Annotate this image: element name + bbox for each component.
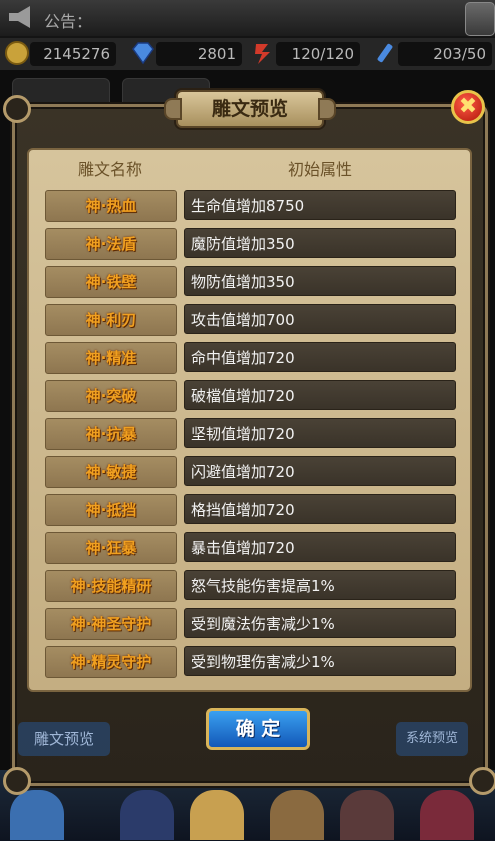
glyph-name: 神·抗暴 bbox=[45, 418, 177, 450]
gold-coin-icon bbox=[5, 41, 29, 65]
column-header-attr: 初始属性 bbox=[287, 160, 352, 179]
table-row: 神·热血 生命值增加8750 bbox=[29, 190, 470, 222]
glyph-attr: 闪避值增加720 bbox=[184, 456, 456, 486]
background-system-preview-button: 系统预览 bbox=[396, 722, 468, 756]
glyph-name: 神·精准 bbox=[45, 342, 177, 374]
glyph-attr: 命中值增加720 bbox=[184, 342, 456, 372]
glyph-name: 神·法盾 bbox=[45, 228, 177, 260]
top-menu-button[interactable] bbox=[465, 2, 495, 36]
dialog-title-plate: 雕文预览 bbox=[164, 90, 336, 128]
hero-portrait bbox=[420, 790, 474, 840]
frame-corner bbox=[3, 95, 31, 123]
table-row: 神·精准 命中值增加720 bbox=[29, 342, 470, 374]
stamina-icon bbox=[255, 44, 270, 64]
energy-value: 203/50 bbox=[398, 42, 492, 66]
resource-bar: 2145276 2801 120/120 203/50 bbox=[0, 38, 495, 70]
glyph-attr: 怒气技能伤害提高1% bbox=[184, 570, 456, 600]
glyph-attr: 生命值增加8750 bbox=[184, 190, 456, 220]
background-glyph-preview-button: 雕文预览 bbox=[18, 722, 110, 756]
hero-portrait bbox=[270, 790, 324, 840]
column-header-name: 雕文名称 bbox=[77, 160, 142, 179]
glyph-attr: 受到物理伤害减少1% bbox=[184, 646, 456, 676]
frame-corner bbox=[3, 767, 31, 795]
table-row: 神·神圣守护 受到魔法伤害减少1% bbox=[29, 608, 470, 640]
glyph-attr: 格挡值增加720 bbox=[184, 494, 456, 524]
glyph-table: 雕文名称 初始属性 神·热血 生命值增加8750 神·法盾 魔防值增加350 神… bbox=[27, 148, 472, 692]
diamond-value: 2801 bbox=[156, 42, 242, 66]
glyph-attr: 魔防值增加350 bbox=[184, 228, 456, 258]
table-row: 神·精灵守护 受到物理伤害减少1% bbox=[29, 646, 470, 678]
table-row: 神·抗暴 坚韧值增加720 bbox=[29, 418, 470, 450]
table-row: 神·铁壁 物防值增加350 bbox=[29, 266, 470, 298]
megaphone-icon bbox=[9, 6, 30, 28]
glyph-name: 神·突破 bbox=[45, 380, 177, 412]
hero-portrait bbox=[340, 790, 394, 840]
diamond-icon bbox=[132, 42, 154, 65]
glyph-attr: 攻击值增加700 bbox=[184, 304, 456, 334]
glyph-name: 神·铁壁 bbox=[45, 266, 177, 298]
confirm-button[interactable]: 确 定 bbox=[206, 708, 310, 750]
glyph-name: 神·利刃 bbox=[45, 304, 177, 336]
close-button[interactable]: ✖ bbox=[451, 90, 485, 124]
table-row: 神·狂暴 暴击值增加720 bbox=[29, 532, 470, 564]
table-row: 神·敏捷 闪避值增加720 bbox=[29, 456, 470, 488]
glyph-name: 神·精灵守护 bbox=[45, 646, 177, 678]
glyph-attr: 破檔值增加720 bbox=[184, 380, 456, 410]
frame-corner bbox=[469, 767, 495, 795]
glyph-name: 神·抵挡 bbox=[45, 494, 177, 526]
hero-portrait bbox=[10, 790, 64, 840]
glyph-attr: 受到魔法伤害减少1% bbox=[184, 608, 456, 638]
glyph-name: 神·神圣守护 bbox=[45, 608, 177, 640]
glyph-name: 神·狂暴 bbox=[45, 532, 177, 564]
glyph-name: 神·敏捷 bbox=[45, 456, 177, 488]
notice-bar: 公告： bbox=[0, 0, 495, 36]
hero-portrait bbox=[190, 790, 244, 840]
glyph-name: 神·热血 bbox=[45, 190, 177, 222]
stamina-value: 120/120 bbox=[276, 42, 360, 66]
glyph-attr: 暴击值增加720 bbox=[184, 532, 456, 562]
table-row: 神·法盾 魔防值增加350 bbox=[29, 228, 470, 260]
energy-icon bbox=[377, 43, 393, 63]
table-row: 神·抵挡 格挡值增加720 bbox=[29, 494, 470, 526]
close-icon: ✖ bbox=[458, 94, 478, 119]
table-row: 神·利刃 攻击值增加700 bbox=[29, 304, 470, 336]
notice-label: 公告： bbox=[44, 12, 93, 31]
table-row: 神·突破 破檔值增加720 bbox=[29, 380, 470, 412]
glyph-attr: 坚韧值增加720 bbox=[184, 418, 456, 448]
table-row: 神·技能精研 怒气技能伤害提高1% bbox=[29, 570, 470, 602]
hero-portrait bbox=[120, 790, 174, 840]
glyph-attr: 物防值增加350 bbox=[184, 266, 456, 296]
dialog-title: 雕文预览 bbox=[211, 98, 288, 120]
glyph-name: 神·技能精研 bbox=[45, 570, 177, 602]
gold-value: 2145276 bbox=[30, 42, 116, 66]
